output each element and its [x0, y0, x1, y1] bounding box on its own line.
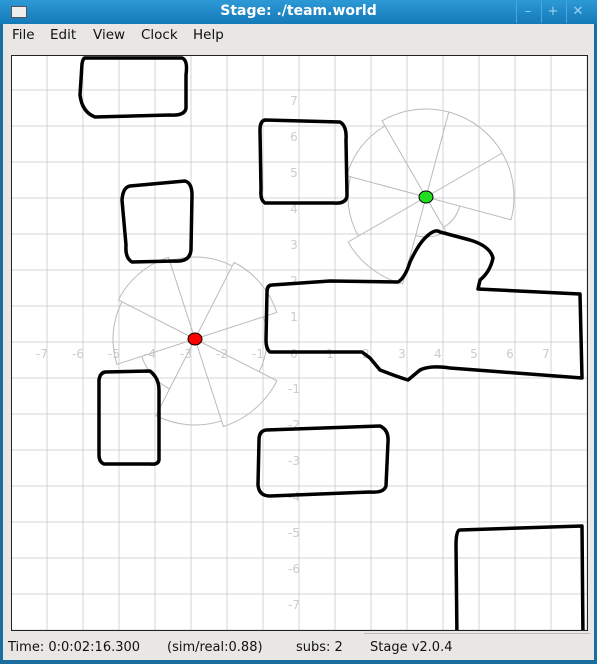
y-tick-label: -3: [288, 454, 300, 468]
obstacle: [264, 229, 584, 382]
x-tick-label: 3: [398, 347, 406, 361]
y-tick-label: 2: [290, 274, 298, 288]
menu-edit[interactable]: Edit: [50, 27, 76, 43]
minimize-button[interactable]: –: [516, 1, 539, 23]
y-tick-label: 1: [290, 310, 298, 324]
x-tick-label: 4: [434, 347, 442, 361]
obstacle: [78, 56, 189, 119]
obstacle: [454, 524, 585, 630]
maximize-button[interactable]: +: [541, 1, 564, 23]
x-tick-label: 0: [290, 347, 298, 361]
y-tick-label: -1: [288, 382, 300, 396]
red-robot: [187, 332, 203, 346]
menu-clock[interactable]: Clock: [141, 27, 178, 43]
stage-window: Stage: ./team.world – + ✕ File Edit View…: [0, 0, 597, 664]
menu-help[interactable]: Help: [193, 27, 224, 43]
client-area: File Edit View Clock Help -7 -6 -5 -4 -3 -2 -1…: [3, 24, 594, 660]
menu-view[interactable]: View: [93, 27, 125, 43]
window-title: Stage: ./team.world: [220, 3, 377, 19]
y-tick-label: -7: [288, 598, 300, 612]
x-tick-label: -2: [216, 347, 228, 361]
y-tick-label: -5: [288, 526, 300, 540]
x-tick-label: 5: [470, 347, 478, 361]
y-tick-label: 7: [290, 94, 298, 108]
x-tick-label: 1: [326, 347, 334, 361]
x-tick-label: -7: [36, 347, 48, 361]
y-tick-label: -6: [288, 562, 300, 576]
y-tick-label: 6: [290, 130, 298, 144]
green-robot: [418, 190, 434, 204]
sim-time: Time: 0:0:02:16.300: [8, 640, 141, 655]
y-tick-label: -4: [288, 490, 300, 504]
close-button[interactable]: ✕: [566, 1, 589, 23]
sim-real-ratio: (sim/real:0.88): [167, 640, 263, 655]
x-tick-label: -1: [252, 347, 264, 361]
title-bar: Stage: ./team.world – + ✕: [0, 0, 597, 24]
y-tick-label: 5: [290, 166, 298, 180]
status-separator: [364, 633, 590, 634]
world-canvas[interactable]: -7 -6 -5 -4 -3 -2 -1 0 1 2 3 4 5 6 7 7 6 5 4 3 2 1 -1 -2 -3 -4 -5-…: [11, 55, 588, 631]
x-tick-label: 7: [542, 347, 550, 361]
y-tick-label: 3: [290, 238, 298, 252]
menu-bar: File Edit View Clock Help: [3, 24, 594, 46]
menu-file[interactable]: File: [12, 27, 35, 43]
stage-version: Stage v2.0.4: [370, 640, 453, 655]
x-tick-label: 6: [506, 347, 514, 361]
subscriptions: subs: 2: [296, 640, 343, 655]
world-view[interactable]: -7 -6 -5 -4 -3 -2 -1 0 1 2 3 4 5 6 77654321-1-2-3-4-5-…: [12, 56, 587, 630]
x-tick-label: -6: [72, 347, 84, 361]
obstacle: [120, 179, 194, 264]
